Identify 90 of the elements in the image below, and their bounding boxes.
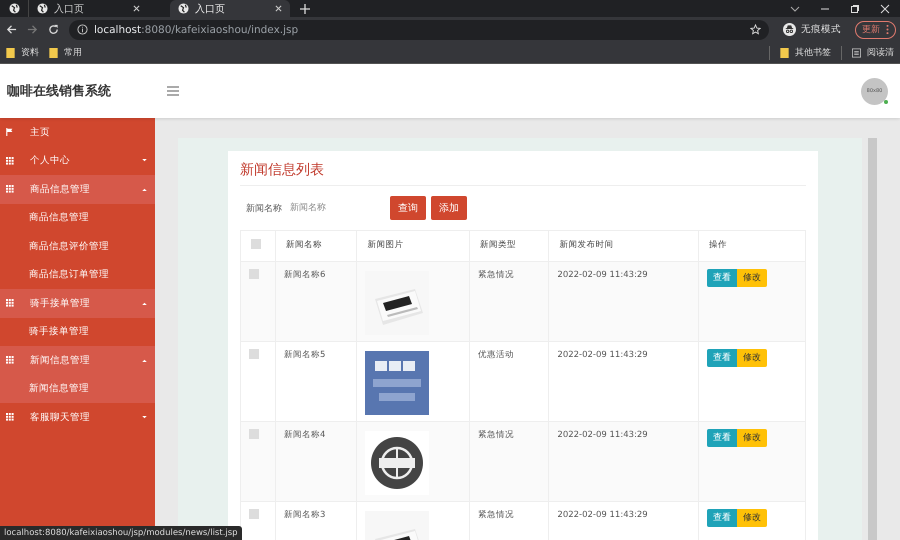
column-header: 新闻名称 bbox=[286, 240, 322, 250]
grid-icon bbox=[6, 356, 14, 364]
table-cell: 优惠活动 bbox=[478, 350, 514, 360]
search-label: 新闻名称 bbox=[246, 202, 282, 214]
grid-icon bbox=[6, 156, 14, 165]
globe-icon[interactable] bbox=[9, 3, 20, 14]
bookmark[interactable]: 资料 bbox=[6, 46, 39, 59]
restore-icon[interactable] bbox=[850, 4, 860, 14]
edit-button[interactable]: 修改 bbox=[736, 509, 767, 527]
table-cell: 新闻名称3 bbox=[284, 510, 326, 520]
address-field[interactable]: localhost:8080/kafeixiaoshou/index.jsp bbox=[69, 20, 769, 40]
checkbox[interactable] bbox=[249, 429, 259, 439]
view-button[interactable]: 查看 bbox=[706, 349, 737, 367]
globe-icon bbox=[178, 3, 189, 14]
sidebar-item[interactable]: 骑手接单管理 bbox=[0, 289, 155, 318]
caret-icon bbox=[142, 358, 147, 362]
folder-icon bbox=[49, 48, 58, 58]
folder-icon bbox=[6, 48, 15, 58]
table-cell: 紧急情况 bbox=[478, 510, 514, 520]
table-cell: 紧急情况 bbox=[478, 430, 514, 440]
caret-icon bbox=[142, 302, 147, 305]
close-icon[interactable] bbox=[133, 5, 140, 12]
edit-button[interactable]: 修改 bbox=[736, 429, 767, 447]
caret-icon bbox=[142, 188, 147, 191]
checkbox[interactable] bbox=[249, 269, 259, 279]
bookmark[interactable]: 其他书签 bbox=[780, 46, 831, 59]
caret-icon bbox=[142, 159, 147, 162]
column-header: 新闻发布时间 bbox=[559, 240, 614, 250]
sidebar-item[interactable]: 客服聊天管理 bbox=[0, 403, 155, 432]
sidebar-subitem[interactable]: 商品信息评价管理 bbox=[0, 232, 155, 260]
panel-title: 新闻信息列表 bbox=[240, 161, 806, 186]
tab-title: 入口页 bbox=[54, 2, 85, 16]
reload-icon[interactable] bbox=[48, 24, 59, 35]
grid-icon bbox=[6, 413, 14, 422]
column-header: 新闻图片 bbox=[367, 240, 404, 250]
more-icon bbox=[886, 24, 889, 35]
grid-icon bbox=[6, 299, 14, 308]
table-cell: 2022-02-09 11:43:29 bbox=[557, 430, 648, 440]
search-button[interactable]: 查询 bbox=[390, 196, 426, 220]
view-button[interactable]: 查看 bbox=[706, 429, 737, 447]
sidebar-subitem[interactable]: 骑手接单管理 bbox=[0, 318, 155, 346]
table-cell: 新闻名称6 bbox=[284, 270, 326, 280]
forward-arrow-icon[interactable] bbox=[27, 24, 38, 35]
sidebar-subitem[interactable]: 新闻信息管理 bbox=[0, 374, 155, 403]
checkbox[interactable] bbox=[249, 349, 259, 359]
sidebar-item[interactable]: 个人中心 bbox=[0, 146, 155, 175]
bookmark[interactable]: 阅读清 bbox=[852, 46, 894, 59]
tab-title: 入口页 bbox=[195, 2, 226, 16]
sidebar-subitem[interactable]: 商品信息订单管理 bbox=[0, 260, 155, 289]
incognito-icon bbox=[783, 23, 796, 36]
browser-tab[interactable]: 入口页 bbox=[170, 0, 290, 17]
close-icon[interactable] bbox=[880, 4, 890, 14]
chevron-down-icon[interactable] bbox=[790, 4, 800, 14]
table-cell: 新闻名称4 bbox=[284, 430, 326, 440]
table-cell: 新闻名称5 bbox=[284, 350, 326, 360]
checkbox[interactable] bbox=[249, 509, 259, 519]
sidebar-item[interactable]: 主页 bbox=[0, 118, 155, 146]
edit-button[interactable]: 修改 bbox=[736, 349, 767, 367]
back-arrow-icon[interactable] bbox=[6, 24, 17, 35]
grid-icon bbox=[6, 185, 14, 194]
close-icon[interactable] bbox=[275, 5, 282, 12]
sidebar-item[interactable]: 新闻信息管理 bbox=[0, 346, 155, 374]
scrollbar[interactable] bbox=[868, 138, 877, 540]
view-button[interactable]: 查看 bbox=[706, 269, 737, 287]
plus-icon[interactable] bbox=[300, 4, 310, 14]
sidebar-subitem[interactable]: 商品信息管理 bbox=[0, 204, 155, 232]
sidebar-item[interactable]: 商品信息管理 bbox=[0, 175, 155, 204]
status-url: localhost:8080/kafeixiaoshou/jsp/modules/news/list.jsp bbox=[0, 526, 242, 540]
table-cell: 2022-02-09 11:43:29 bbox=[557, 270, 648, 280]
caret-icon bbox=[142, 416, 147, 419]
edit-button[interactable]: 修改 bbox=[736, 269, 767, 287]
info-icon bbox=[77, 24, 88, 35]
list-icon bbox=[852, 48, 861, 58]
app-title: 咖啡在线销售系统 bbox=[7, 82, 112, 100]
table-cell: 2022-02-09 11:43:29 bbox=[557, 510, 648, 520]
star-icon[interactable] bbox=[750, 24, 761, 35]
update-button[interactable]: 更新 bbox=[855, 20, 896, 38]
add-button[interactable]: 添加 bbox=[431, 196, 467, 220]
folder-icon bbox=[780, 48, 789, 58]
flag-icon bbox=[6, 128, 14, 136]
checkbox[interactable] bbox=[251, 239, 261, 249]
column-header: 操作 bbox=[708, 240, 727, 250]
view-button[interactable]: 查看 bbox=[706, 509, 737, 527]
globe-icon bbox=[37, 3, 48, 14]
column-header: 新闻类型 bbox=[480, 240, 516, 250]
bookmark[interactable]: 常用 bbox=[49, 46, 82, 59]
table-cell: 紧急情况 bbox=[478, 270, 514, 280]
incognito-badge[interactable]: 无痕模式 bbox=[779, 23, 845, 36]
menu-icon[interactable] bbox=[167, 86, 179, 96]
table-cell: 2022-02-09 11:43:29 bbox=[557, 350, 648, 360]
